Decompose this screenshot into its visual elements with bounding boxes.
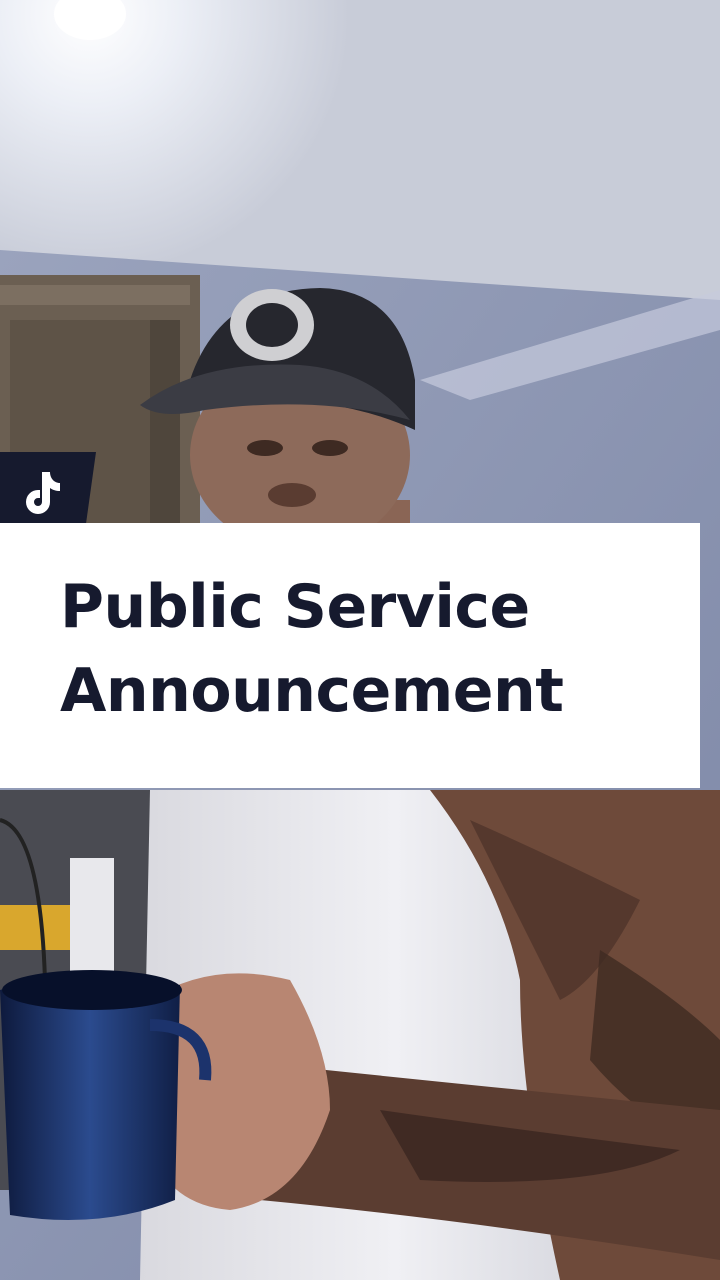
caption-line-2: Announcement <box>60 656 564 726</box>
video-frame[interactable]: Public Service Announcement <box>0 0 720 1280</box>
caption-box: Public Service Announcement <box>0 523 700 788</box>
caption-line-1: Public Service <box>60 572 530 642</box>
